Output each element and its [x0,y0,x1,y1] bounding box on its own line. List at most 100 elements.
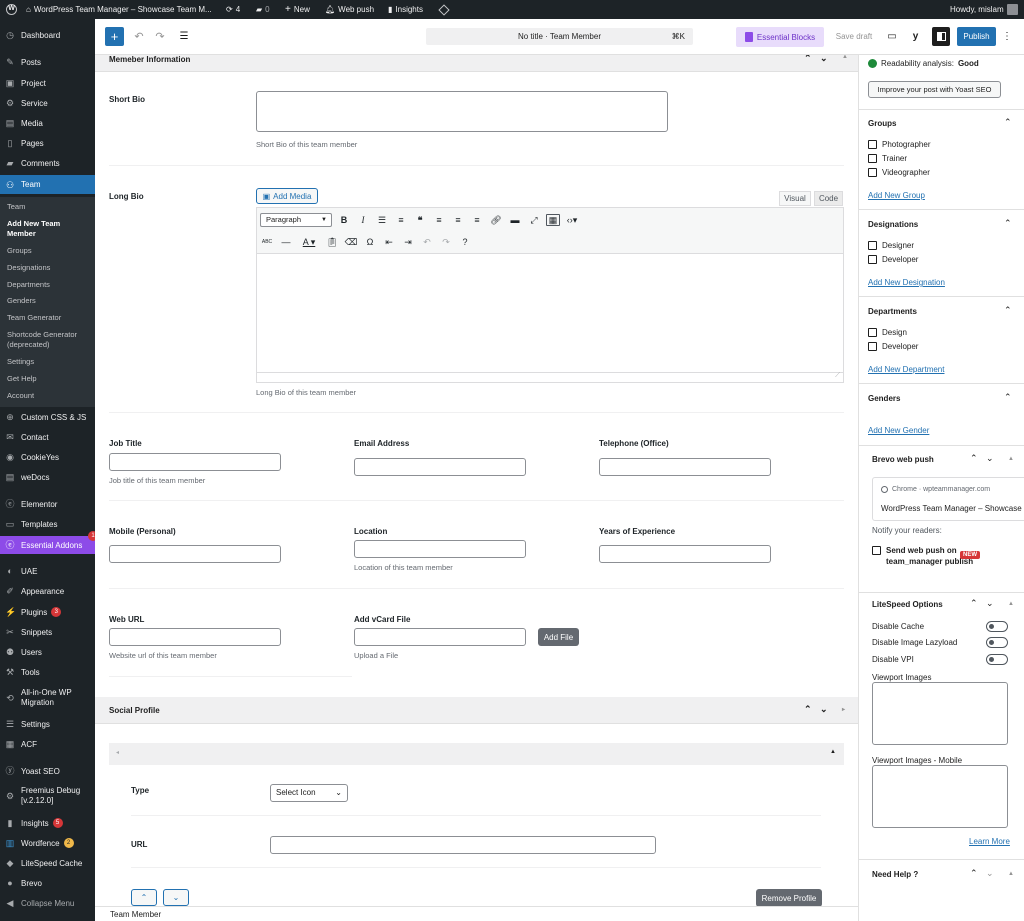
menu-brevo[interactable]: ● Brevo [0,875,95,891]
mobile-input[interactable] [109,545,281,563]
resize-handle-icon[interactable]: ⟋ [835,372,840,380]
chevron-up-icon[interactable]: ⌃ [804,55,812,64]
checkbox[interactable] [868,328,877,337]
menu-appearance[interactable]: ✐ Appearance [0,583,95,599]
caret-left-icon[interactable]: ◂ [116,749,119,756]
submenu-groups[interactable]: Groups [7,246,32,256]
menu-tools[interactable]: ⚒ Tools [0,664,95,680]
social-repeater-header[interactable]: ◂ ▲ [109,743,844,765]
strikethrough-icon[interactable]: ABC [260,239,274,245]
special-character-icon[interactable]: Ω [363,237,377,247]
chevron-down-icon[interactable]: ⌄ [986,598,994,609]
breadcrumb[interactable]: Team Member [110,910,161,919]
menu-uae[interactable]: ◐ UAE [0,563,95,579]
social-profile-panel-header[interactable]: Social Profile ⌃ ⌄ ▸ [95,697,858,724]
checkbox[interactable] [868,140,877,149]
menu-media[interactable]: ▤ Media [0,115,95,131]
horizontal-line-icon[interactable]: — [279,237,293,247]
outdent-icon[interactable]: ⇤ [382,237,396,248]
submenu-account[interactable]: Account [7,391,34,401]
publish-button[interactable]: Publish [957,27,996,46]
text-color-icon[interactable]: A ▾ [298,237,320,248]
web-url-input[interactable] [109,628,281,646]
caret-up-icon[interactable]: ▲ [842,55,848,60]
submenu-shortcode-generator[interactable]: Shortcode Generator (deprecated) [7,330,92,350]
checkbox[interactable] [872,546,881,555]
menu-custom-css[interactable]: ⊕ Custom CSS & JS [0,409,95,425]
location-input[interactable] [354,540,526,558]
submenu-team-generator[interactable]: Team Generator [7,313,61,323]
add-new-department-link[interactable]: Add New Department [868,365,944,374]
disable-vpi-toggle[interactable] [986,654,1008,665]
numbered-list-icon[interactable]: ≡ [394,215,408,225]
settings-toggle-button[interactable] [932,27,950,46]
experience-input[interactable] [599,545,771,563]
add-new-designation-link[interactable]: Add New Designation [868,278,945,287]
eraser-icon[interactable]: ⌫ [344,237,358,248]
social-url-input[interactable] [270,836,656,854]
menu-insights[interactable]: ▮ Insights 5 [0,815,95,831]
align-left-icon[interactable]: ≡ [432,215,446,225]
viewport-images-textarea[interactable] [872,682,1008,745]
chevron-up-icon[interactable]: ⌃ [1004,392,1012,403]
remove-profile-button[interactable]: Remove Profile [756,889,822,907]
redo-icon[interactable]: ↷ [439,237,453,248]
italic-icon[interactable]: I [356,215,370,225]
essential-blocks-button[interactable]: Essential Blocks [736,27,824,47]
submenu-get-help[interactable]: Get Help [7,374,37,384]
group-checkbox[interactable]: Trainer [868,154,907,163]
menu-team[interactable]: ⚇ Team [0,175,95,194]
add-new-group-link[interactable]: Add New Group [868,191,925,200]
learn-more-link[interactable]: Learn More [969,837,1010,846]
submenu-add-new-team-member[interactable]: Add New Team Member [7,219,87,239]
long-bio-content-area[interactable] [257,254,843,372]
designations-title[interactable]: Designations [868,220,918,229]
caret-up-icon[interactable]: ▲ [1008,601,1014,607]
chevron-down-icon[interactable]: ⌄ [820,55,828,64]
email-input[interactable] [354,458,526,476]
designation-checkbox[interactable]: Developer [868,255,918,264]
chevron-down-icon[interactable]: ⌄ [986,453,994,464]
submenu-designations[interactable]: Designations [7,263,50,273]
menu-pages[interactable]: ▯ Pages [0,135,95,151]
chevron-up-icon[interactable]: ⌃ [1004,218,1012,229]
chevron-up-icon[interactable]: ⌃ [970,868,978,879]
insights-link[interactable]: ▮ Insights [388,0,423,19]
submenu-departments[interactable]: Departments [7,280,50,290]
group-checkbox[interactable]: Photographer [868,140,930,149]
menu-wordfence[interactable]: ▥ Wordfence 2 [0,835,95,851]
undo-button[interactable]: ↶ [132,28,146,45]
viewport-mobile-textarea[interactable] [872,765,1008,828]
new-content-link[interactable]: + New [285,0,310,19]
caret-right-icon[interactable]: ▸ [842,706,845,713]
disable-cache-toggle[interactable] [986,621,1008,632]
chevron-up-icon[interactable]: ⌃ [1004,305,1012,316]
improve-yoast-button[interactable]: Improve your post with Yoast SEO [868,81,1001,98]
submenu-settings[interactable]: Settings [7,357,34,367]
checkbox[interactable] [868,154,877,163]
document-overview-button[interactable]: ☰ [177,28,191,45]
social-type-select[interactable]: Select Icon ⌄ [270,784,348,802]
move-down-button[interactable]: ⌄ [163,889,189,906]
need-help-title[interactable]: Need Help ? [872,870,918,879]
menu-elementor[interactable]: ⓔ Elementor [0,496,95,512]
yoast-toolbar-button[interactable]: y [907,28,924,45]
menu-aio-migration[interactable]: ⟲ All-in-One WP Migration [0,687,95,709]
caret-up-icon[interactable]: ▲ [1008,871,1014,877]
menu-project[interactable]: ▣ Project [0,75,95,91]
updates-link[interactable]: ⟳ 4 [226,0,240,19]
wordpress-logo-icon[interactable]: W [6,0,17,19]
telephone-input[interactable] [599,458,771,476]
menu-essential-addons[interactable]: ⓔ Essential Addons 1 [0,531,98,554]
paste-text-icon[interactable]: 📋︎ [325,237,339,248]
chevron-down-icon[interactable]: ⌄ [820,704,828,715]
link-icon[interactable]: 🔗︎ [489,215,503,226]
code-icon[interactable]: ‹›▾ [565,215,579,226]
member-info-panel-header[interactable]: Memeber Information ⌃ ⌄ ▲ [95,55,858,72]
menu-settings[interactable]: ☰ Settings [0,716,95,732]
my-account-link[interactable]: Howdy, mislam [950,0,1018,19]
menu-comments[interactable]: ▰ Comments [0,155,95,171]
block-inserter-button[interactable]: + [105,27,124,46]
groups-title[interactable]: Groups [868,119,896,128]
chevron-up-icon[interactable]: ⌃ [970,598,978,609]
